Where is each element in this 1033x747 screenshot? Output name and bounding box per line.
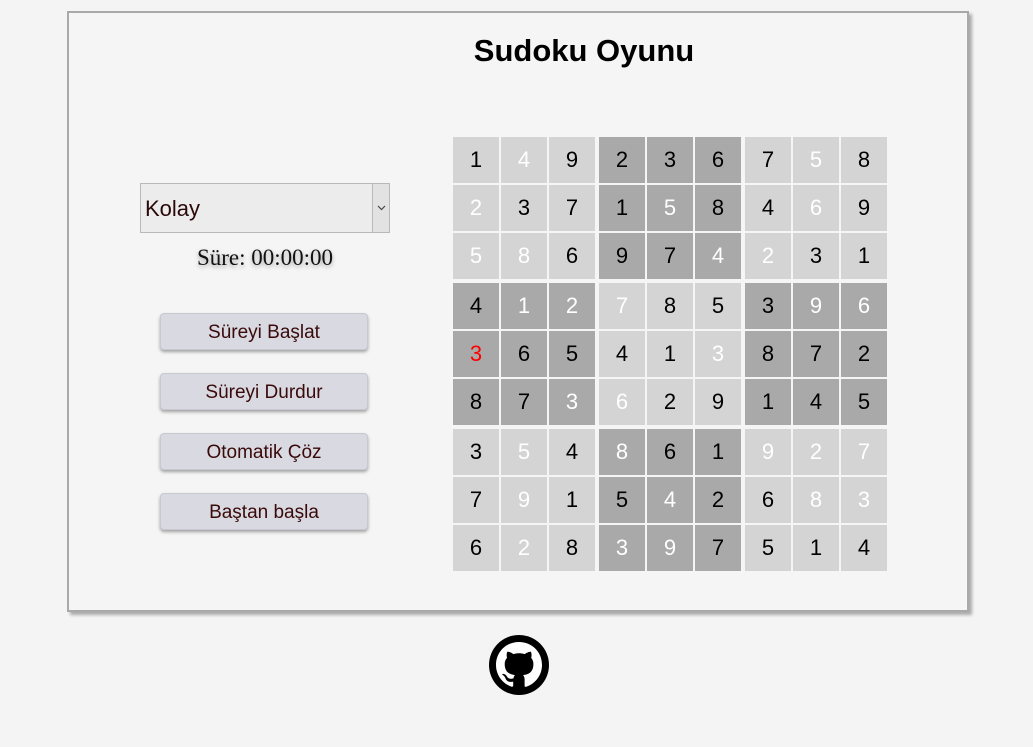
sudoku-cell[interactable]: 2 (453, 185, 499, 231)
sudoku-cell[interactable]: 1 (695, 429, 741, 475)
github-icon[interactable] (489, 635, 549, 695)
sudoku-cell[interactable]: 1 (647, 331, 693, 377)
sudoku-cell[interactable]: 4 (599, 331, 645, 377)
sudoku-cell[interactable]: 1 (793, 525, 839, 571)
sudoku-cell[interactable]: 2 (501, 525, 547, 571)
sudoku-cell[interactable]: 3 (453, 331, 499, 377)
sudoku-cell[interactable]: 6 (599, 379, 645, 425)
sudoku-cell[interactable]: 3 (793, 233, 839, 279)
sudoku-cell[interactable]: 8 (647, 283, 693, 329)
sudoku-cell[interactable]: 2 (549, 283, 595, 329)
sudoku-cell[interactable]: 3 (599, 525, 645, 571)
sudoku-cell[interactable]: 2 (647, 379, 693, 425)
sudoku-cell[interactable]: 9 (549, 137, 595, 183)
sudoku-cell[interactable]: 7 (841, 429, 887, 475)
sudoku-cell[interactable]: 8 (841, 137, 887, 183)
sudoku-cell[interactable]: 8 (453, 379, 499, 425)
sudoku-cell[interactable]: 1 (745, 379, 791, 425)
sudoku-cell[interactable]: 6 (695, 137, 741, 183)
sudoku-cell[interactable]: 7 (647, 233, 693, 279)
sudoku-cell[interactable]: 9 (841, 185, 887, 231)
sudoku-cell[interactable]: 8 (745, 331, 791, 377)
sudoku-cell[interactable]: 5 (599, 477, 645, 523)
page-title: Sudoku Oyunu (473, 33, 695, 68)
sudoku-cell[interactable]: 8 (599, 429, 645, 475)
timer-display: Süre: 00:00:00 (196, 245, 334, 270)
sudoku-cell[interactable]: 9 (793, 283, 839, 329)
sudoku-cell[interactable]: 5 (647, 185, 693, 231)
sudoku-cell[interactable]: 7 (599, 283, 645, 329)
sudoku-cell[interactable]: 4 (501, 137, 547, 183)
sudoku-cell[interactable]: 4 (453, 283, 499, 329)
sudoku-cell[interactable]: 9 (501, 477, 547, 523)
sudoku-cell[interactable]: 6 (549, 233, 595, 279)
sudoku-cell[interactable]: 4 (647, 477, 693, 523)
sudoku-cell[interactable]: 5 (745, 525, 791, 571)
sudoku-cell[interactable]: 4 (695, 233, 741, 279)
sudoku-cell[interactable]: 6 (745, 477, 791, 523)
sudoku-cell[interactable]: 8 (793, 477, 839, 523)
sudoku-cell[interactable]: 7 (695, 525, 741, 571)
sudoku-cell[interactable]: 3 (841, 477, 887, 523)
sudoku-cell[interactable]: 3 (647, 137, 693, 183)
sudoku-cell[interactable]: 4 (841, 525, 887, 571)
sudoku-cell[interactable]: 4 (745, 185, 791, 231)
stop-timer-button[interactable]: Süreyi Durdur (160, 373, 368, 410)
difficulty-selected-value: Kolay (145, 196, 201, 221)
sudoku-cell[interactable]: 9 (745, 429, 791, 475)
sudoku-cell[interactable]: 9 (599, 233, 645, 279)
sudoku-cell[interactable]: 8 (695, 185, 741, 231)
sudoku-cell[interactable]: 8 (501, 233, 547, 279)
sudoku-cell[interactable]: 1 (501, 283, 547, 329)
sudoku-cell[interactable]: 6 (453, 525, 499, 571)
sudoku-cell[interactable]: 8 (549, 525, 595, 571)
restart-button[interactable]: Baştan başla (160, 493, 368, 530)
sudoku-cell[interactable]: 2 (841, 331, 887, 377)
sudoku-cell[interactable]: 3 (549, 379, 595, 425)
sudoku-cell[interactable]: 1 (599, 185, 645, 231)
sudoku-cell[interactable]: 7 (549, 185, 595, 231)
sudoku-cell[interactable]: 7 (501, 379, 547, 425)
sudoku-cell[interactable]: 6 (841, 283, 887, 329)
auto-solve-button[interactable]: Otomatik Çöz (160, 433, 368, 470)
sudoku-cell[interactable]: 2 (745, 233, 791, 279)
sudoku-cell[interactable]: 3 (501, 185, 547, 231)
difficulty-select[interactable]: Kolay (140, 183, 390, 233)
sudoku-cell[interactable]: 4 (793, 379, 839, 425)
sudoku-cell[interactable]: 9 (647, 525, 693, 571)
start-timer-button[interactable]: Süreyi Başlat (160, 313, 368, 350)
chevron-down-icon[interactable] (372, 184, 389, 232)
sudoku-cell[interactable]: 7 (453, 477, 499, 523)
sudoku-cell[interactable]: 6 (793, 185, 839, 231)
sudoku-cell[interactable]: 3 (745, 283, 791, 329)
sudoku-cell[interactable]: 5 (793, 137, 839, 183)
sudoku-cell[interactable]: 5 (453, 233, 499, 279)
sudoku-cell[interactable]: 9 (695, 379, 741, 425)
sudoku-cell[interactable]: 6 (501, 331, 547, 377)
sudoku-cell[interactable]: 1 (841, 233, 887, 279)
sudoku-cell[interactable]: 2 (793, 429, 839, 475)
sudoku-cell[interactable]: 1 (453, 137, 499, 183)
sudoku-cell[interactable]: 7 (745, 137, 791, 183)
sudoku-cell[interactable]: 3 (453, 429, 499, 475)
sudoku-cell[interactable]: 2 (599, 137, 645, 183)
sudoku-grid: 1492367582371584695869742314127853963654… (453, 137, 888, 572)
sudoku-cell[interactable]: 4 (549, 429, 595, 475)
sudoku-cell[interactable]: 5 (549, 331, 595, 377)
sudoku-cell[interactable]: 1 (549, 477, 595, 523)
sudoku-cell[interactable]: 6 (647, 429, 693, 475)
sudoku-cell[interactable]: 2 (695, 477, 741, 523)
game-panel: Sudoku Oyunu Kolay Süre: 00:00:00 Süreyi… (67, 11, 969, 612)
sudoku-cell[interactable]: 3 (695, 331, 741, 377)
sudoku-cell[interactable]: 5 (695, 283, 741, 329)
sudoku-cell[interactable]: 5 (501, 429, 547, 475)
sudoku-cell[interactable]: 5 (841, 379, 887, 425)
sudoku-cell[interactable]: 7 (793, 331, 839, 377)
